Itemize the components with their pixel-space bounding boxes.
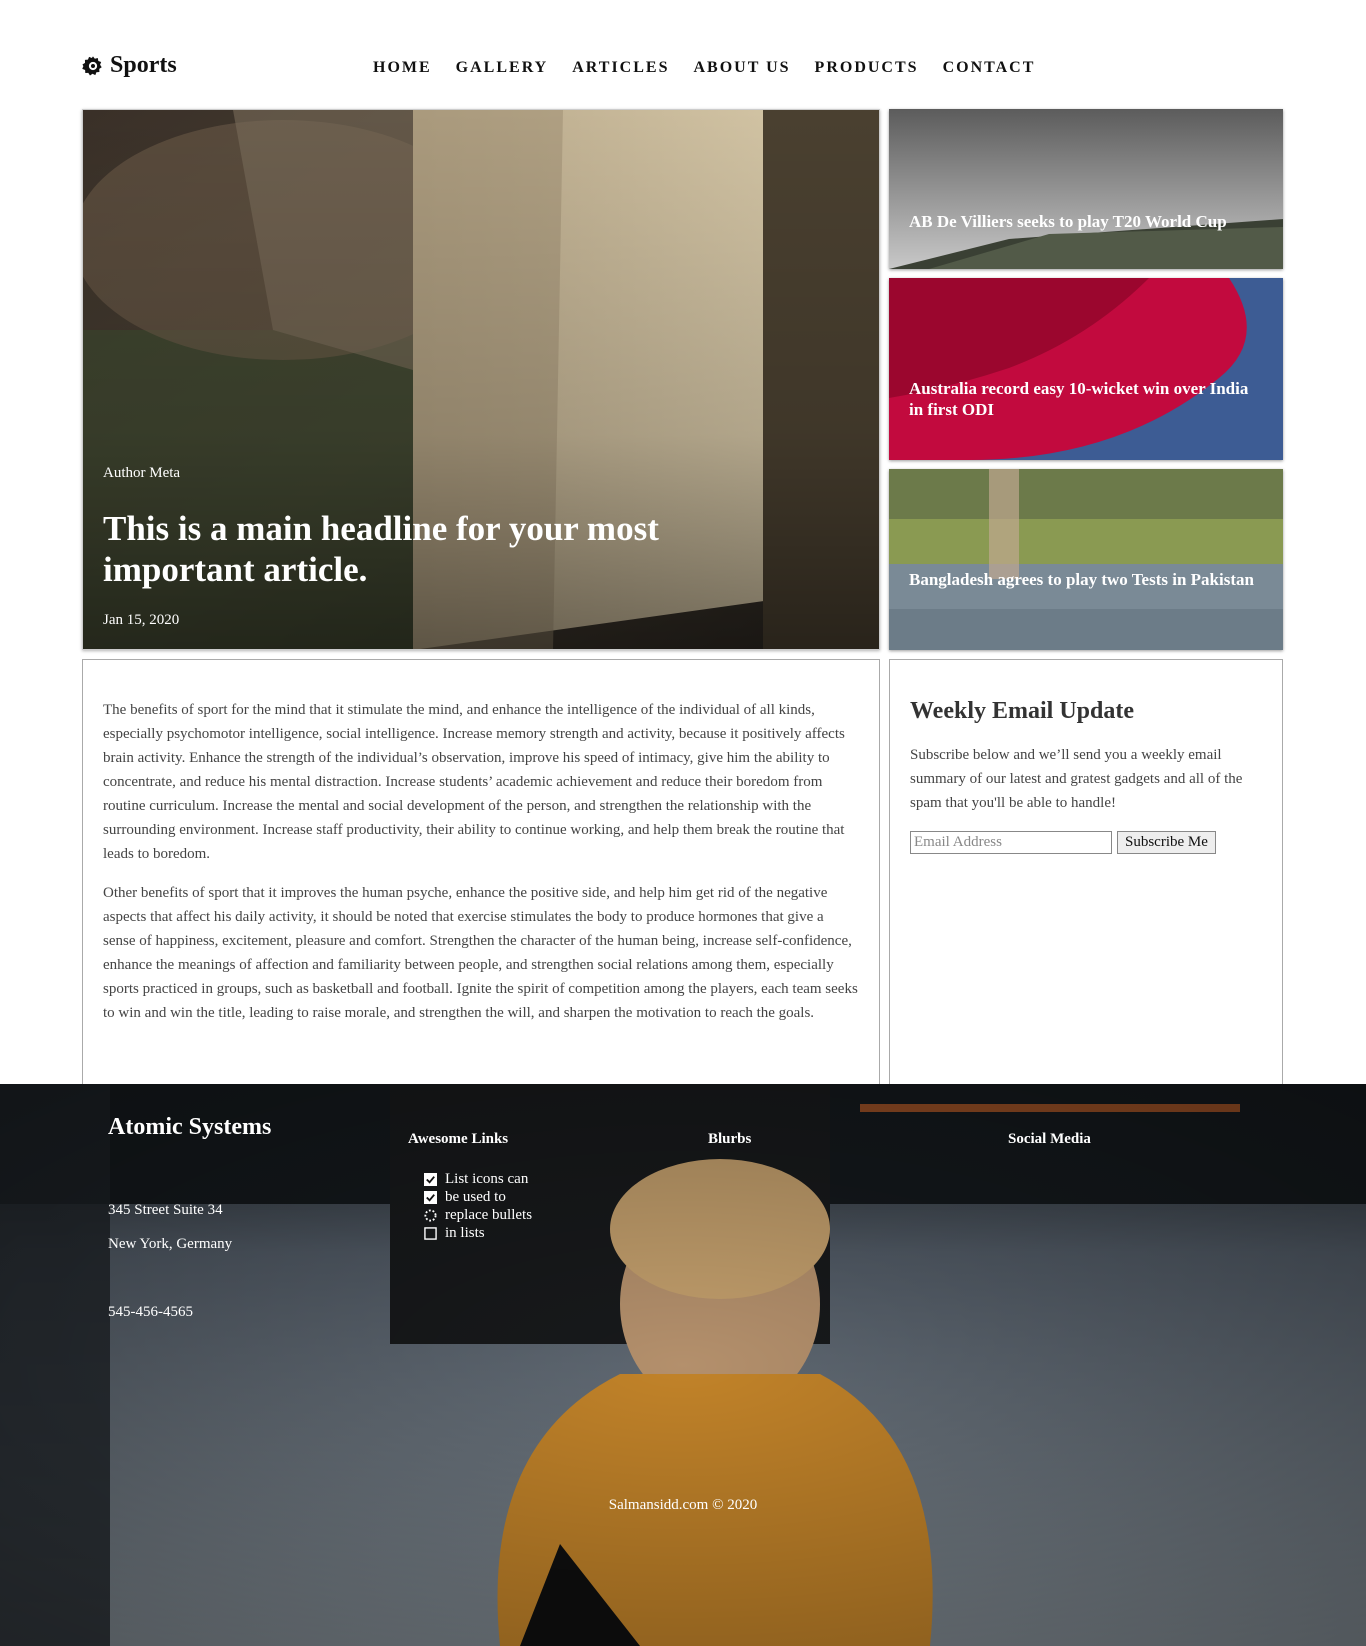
footer-phone[interactable]: 545-456-4565: [108, 1304, 193, 1321]
list-item[interactable]: be used to: [424, 1188, 532, 1206]
empty-box-icon: [424, 1226, 437, 1240]
stadium-roof-image: [889, 109, 1283, 269]
news-card-australia[interactable]: Australia record easy 10-wicket win over…: [889, 278, 1283, 460]
subscribe-button[interactable]: Subscribe Me: [1117, 831, 1216, 854]
email-field[interactable]: [910, 831, 1112, 854]
list-item[interactable]: List icons can: [424, 1170, 532, 1188]
main-nav: HOME GALLERY ARTICLES ABOUT US PRODUCTS …: [373, 59, 1059, 77]
site-header: Sports HOME GALLERY ARTICLES ABOUT US PR…: [0, 0, 1366, 108]
news-card-devilliers[interactable]: AB De Villiers seeks to play T20 World C…: [889, 109, 1283, 269]
umbrella-image: [889, 278, 1283, 460]
card-title[interactable]: AB De Villiers seeks to play T20 World C…: [909, 211, 1259, 232]
hero-article[interactable]: Author Meta This is a main headline for …: [82, 109, 880, 650]
card-title[interactable]: Bangladesh agrees to play two Tests in P…: [909, 569, 1259, 590]
article-body: The benefits of sport for the mind that …: [82, 659, 880, 1084]
newsletter-title: Weekly Email Update: [910, 698, 1135, 724]
nav-gallery[interactable]: GALLERY: [456, 59, 549, 77]
nav-home[interactable]: HOME: [373, 59, 432, 77]
fisherman-lake-image: [889, 469, 1283, 650]
footer-copyright: Salmansidd.com © 2020: [608, 1497, 758, 1513]
newsletter-widget: Weekly Email Update Subscribe below and …: [889, 659, 1283, 1084]
hero-date: Jan 15, 2020: [103, 612, 180, 628]
gear-icon: [82, 55, 102, 75]
brand-logo[interactable]: Sports: [82, 52, 177, 79]
footer-address-line2: New York, Germany: [108, 1236, 233, 1252]
list-item[interactable]: in lists: [424, 1224, 532, 1242]
list-item-label: replace bullets: [445, 1207, 533, 1223]
list-item-label: List icons can: [445, 1171, 529, 1187]
list-item-label: be used to: [445, 1189, 506, 1205]
nav-contact[interactable]: CONTACT: [943, 59, 1036, 77]
footer-heading-links: Awesome Links: [408, 1131, 509, 1147]
footer-links-list: List icons can be used to replace bullet…: [424, 1170, 532, 1242]
footer-heading-social: Social Media: [1008, 1131, 1091, 1147]
checked-box-icon: [424, 1172, 437, 1186]
nav-products[interactable]: PRODUCTS: [815, 59, 919, 77]
footer-heading-blurbs: Blurbs: [708, 1131, 752, 1147]
list-item[interactable]: replace bullets: [424, 1206, 532, 1224]
site-footer: Atomic Systems 345 Street Suite 34 New Y…: [0, 1084, 1366, 1646]
list-item-label: in lists: [445, 1225, 485, 1241]
spinner-icon: [424, 1208, 437, 1222]
card-title[interactable]: Australia record easy 10-wicket win over…: [909, 378, 1259, 420]
nav-articles[interactable]: ARTICLES: [572, 59, 669, 77]
checked-box-icon: [424, 1190, 437, 1204]
ice-skating-child-image: [0, 1084, 1366, 1646]
nav-about-us[interactable]: ABOUT US: [693, 59, 790, 77]
news-card-bangladesh[interactable]: Bangladesh agrees to play two Tests in P…: [889, 469, 1283, 650]
hero-headline[interactable]: This is a main headline for your most im…: [103, 508, 723, 590]
newsletter-form: Subscribe Me: [910, 831, 1262, 854]
footer-address-line1: 345 Street Suite 34: [108, 1202, 223, 1218]
article-paragraph: The benefits of sport for the mind that …: [103, 702, 845, 862]
article-paragraph: Other benefits of sport that it improves…: [103, 885, 858, 1021]
hero-author-meta[interactable]: Author Meta: [103, 465, 180, 482]
brand-name: Sports: [110, 52, 177, 78]
footer-brand: Atomic Systems: [108, 1114, 272, 1140]
newsletter-description: Subscribe below and we’ll send you a wee…: [910, 747, 1243, 811]
